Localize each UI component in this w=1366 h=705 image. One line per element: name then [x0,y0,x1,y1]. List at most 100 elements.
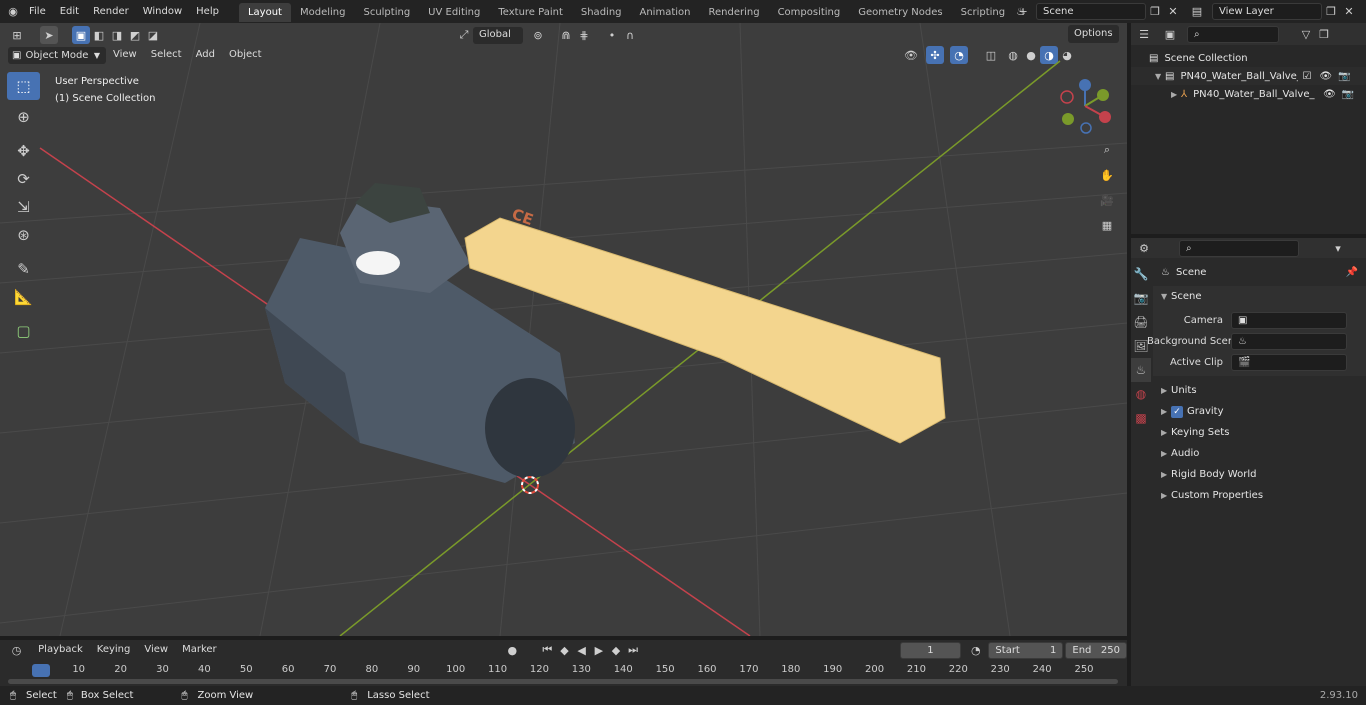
blender-logo-icon[interactable]: ◉ [4,3,22,21]
properties-editor: ⚙ ⌕ ▾ 🔧 📷 🖨 🖼 ♨ ◍ ▩ ♨ Scene 📌 ▼ Scene Ca… [1131,238,1366,686]
frame-tick: 130 [571,664,591,675]
status-zoom: Zoom View [197,690,254,701]
gravity-panel-header[interactable]: ▶ ✓ Gravity [1153,401,1366,422]
3d-viewport[interactable]: ⊞ ➤ ▣ ◧ ◨ ◩ ◪ ⤢ Global ⊚ ⋒ ⋕ • ∩ Options… [0,23,1127,636]
gravity-checkbox[interactable]: ✓ [1171,405,1183,418]
frame-tick: 220 [948,664,968,675]
annotate-tool-icon[interactable]: ✎ [7,255,40,283]
active-clip-field[interactable]: 🎬 [1231,354,1347,371]
frame-tick: 10 [72,664,86,675]
scene-name-field[interactable]: Scene [1036,2,1146,20]
camera-field[interactable]: ▣ [1231,312,1347,329]
texture-tab-icon[interactable]: ▩ [1131,406,1151,430]
rotate-tool-icon[interactable]: ⟳ [7,165,40,193]
background-scene-field[interactable]: ♨ [1231,333,1347,350]
scene-icon[interactable]: ♨ [1012,2,1030,20]
tab-scripting[interactable]: Scripting [952,3,1014,22]
menu-edit[interactable]: Edit [53,0,86,23]
camera-view-icon[interactable]: 🎥 [1098,191,1116,209]
custom-properties-panel-header[interactable]: ▶ Custom Properties [1153,485,1366,506]
checkbox-icon[interactable]: ☑ [1302,71,1311,82]
camera-icon[interactable]: 📷 [1338,71,1350,82]
menu-window[interactable]: Window [136,0,189,23]
tab-layout[interactable]: Layout [238,3,291,22]
rigid-body-panel-header[interactable]: ▶ Rigid Body World [1153,464,1366,485]
empty-object-icon: ⅄ [1181,88,1188,100]
tab-geometry-nodes[interactable]: Geometry Nodes [849,3,951,22]
world-tab-icon[interactable]: ◍ [1131,382,1151,406]
frame-tick: 180 [781,664,801,675]
collapsed-arrow-icon: ▶ [1161,428,1168,437]
tool-tab-icon[interactable]: 🔧 [1131,262,1151,286]
outliner-row-item[interactable]: ▼ ▤ PN40_Water_Ball_Valve_Silve ☑ 👁 📷 [1131,67,1366,85]
properties-menu-icon[interactable]: ▾ [1329,239,1347,257]
scene-selector: ♨ Scene ❐ ✕ [1012,2,1182,20]
tab-rendering[interactable]: Rendering [699,3,768,22]
expand-arrow-icon[interactable]: ▶ [1171,90,1181,99]
units-panel-header[interactable]: ▶ Units [1153,380,1366,401]
collapsed-arrow-icon: ▶ [1161,449,1168,458]
tab-uv-editing[interactable]: UV Editing [419,3,489,22]
display-mode-icon[interactable]: ▣ [1161,25,1179,43]
playhead[interactable] [32,664,50,677]
view-layer-icon[interactable]: ▤ [1188,2,1206,20]
frame-tick: 120 [529,664,549,675]
render-tab-icon[interactable]: 📷 [1131,286,1151,310]
delete-scene-icon[interactable]: ✕ [1164,2,1182,20]
zoom-icon[interactable]: ⌕ [1098,141,1116,159]
scale-tool-icon[interactable]: ⇲ [7,193,40,221]
outliner-editor-icon[interactable]: ☰ [1135,25,1153,43]
properties-header: ⚙ ⌕ ▾ [1131,238,1366,258]
frame-tick: 110 [488,664,508,675]
navigation-gizmo[interactable] [1060,79,1111,134]
ortho-grid-icon[interactable]: ▦ [1098,216,1116,234]
tab-shading[interactable]: Shading [572,3,631,22]
outliner-search-input[interactable]: ⌕ [1187,25,1279,43]
outliner-row-item[interactable]: ▶ ⅄ PN40_Water_Ball_Valve_ 👁 📷 [1131,85,1366,103]
menu-help[interactable]: Help [189,0,226,23]
tab-texture-paint[interactable]: Texture Paint [489,3,572,22]
eye-icon[interactable]: 👁 [1319,71,1332,82]
new-scene-icon[interactable]: ❐ [1146,2,1164,20]
active-clip-row: Active Clip 🎬 [1153,352,1366,373]
frame-tick: 200 [865,664,885,675]
outliner-row-root[interactable]: ▤ Scene Collection [1131,49,1366,67]
eye-icon[interactable]: 👁 [1323,89,1336,100]
view-layer-field[interactable]: View Layer [1212,2,1322,20]
add-cube-tool-icon[interactable]: ▢ [7,317,40,345]
frame-tick: 210 [906,664,926,675]
scene-panel-header[interactable]: ▼ Scene [1153,286,1366,307]
mouse-icon: 🖱 [66,690,73,701]
tab-compositing[interactable]: Compositing [769,3,850,22]
cursor-tool-icon[interactable]: ⊕ [7,103,40,131]
expand-arrow-icon[interactable]: ▼ [1155,72,1165,81]
timeline-scrollbar[interactable] [8,679,1118,684]
keying-sets-panel-header[interactable]: ▶ Keying Sets [1153,422,1366,443]
camera-icon[interactable]: 📷 [1342,89,1354,100]
tab-animation[interactable]: Animation [631,3,700,22]
camera-row: Camera ▣ [1153,310,1366,331]
properties-editor-icon[interactable]: ⚙ [1135,239,1153,257]
delete-view-layer-icon[interactable]: ✕ [1340,2,1358,20]
collapsed-arrow-icon: ▶ [1161,386,1168,395]
pin-icon[interactable]: 📌 [1346,267,1358,278]
menu-render[interactable]: Render [86,0,136,23]
filter-icon[interactable]: ▽ [1297,25,1315,43]
tab-modeling[interactable]: Modeling [291,3,355,22]
properties-context-label: Scene [1175,266,1207,278]
top-bar: ◉ File Edit Render Window Help Layout Mo… [0,0,1366,23]
transform-tool-icon[interactable]: ⊛ [7,221,40,249]
pan-hand-icon[interactable]: ✋ [1098,166,1116,184]
measure-tool-icon[interactable]: 📐 [7,283,40,311]
scene-canvas [0,23,1127,636]
new-view-layer-icon[interactable]: ❐ [1322,2,1340,20]
move-tool-icon[interactable]: ✥ [7,137,40,165]
collapsed-arrow-icon: ▶ [1161,407,1168,416]
frame-tick: 100 [446,664,466,675]
audio-panel-header[interactable]: ▶ Audio [1153,443,1366,464]
properties-search-input[interactable]: ⌕ [1179,239,1299,257]
menu-file[interactable]: File [22,0,53,23]
select-box-tool-icon[interactable]: ⬚ [7,72,40,100]
tab-sculpting[interactable]: Sculpting [354,3,419,22]
new-collection-icon[interactable]: ❐ [1315,25,1333,43]
